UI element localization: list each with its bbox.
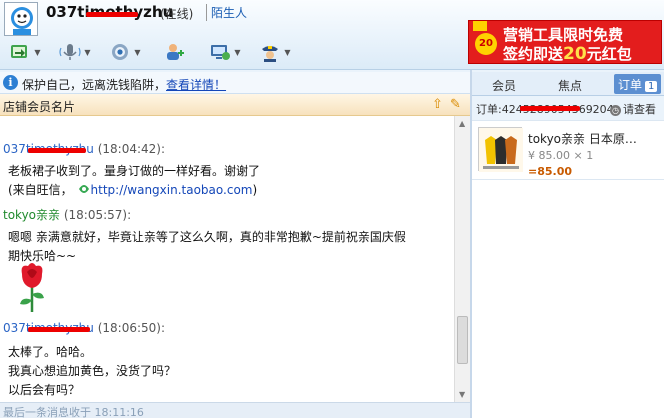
notice-details-link[interactable]: 查看详情！	[166, 78, 226, 92]
voice-call-button[interactable]: ▼	[50, 38, 100, 66]
scroll-down-arrow-icon[interactable]: ▼	[459, 390, 465, 399]
source-suffix: )	[252, 183, 258, 197]
redaction-mark	[520, 106, 580, 111]
source-prefix: (来自旺信，	[8, 183, 73, 197]
chat-status-bar: 最后一条消息收于 18:11:16	[0, 402, 470, 418]
promo-line2-prefix: 签约即送	[503, 45, 564, 63]
redaction-mark	[28, 148, 86, 153]
tab-orders[interactable]: 订单 1	[614, 74, 662, 94]
redaction-mark	[28, 327, 90, 332]
wangxin-link[interactable]: http://wangxin.taobao.com	[91, 183, 253, 197]
stranger-link[interactable]: 陌生人	[206, 4, 247, 21]
message-time: (18:05:57):	[63, 208, 132, 222]
product-thumbnail[interactable]	[478, 127, 523, 172]
promo-line2-suffix: 元红包	[586, 45, 632, 63]
scroll-up-arrow-icon[interactable]: ▲	[459, 119, 465, 128]
message-text: 我真心想追加黄色，没货了吗？	[8, 364, 177, 378]
chevron-down-icon[interactable]: ▼	[134, 48, 140, 57]
chevron-down-icon[interactable]: ▼	[84, 48, 90, 57]
chat-history[interactable]: 037timothyzhu (18:04:42): 老板裙子收到了。量身订做的一…	[0, 116, 454, 402]
promo-line1: 营销工具限时免费	[503, 26, 624, 44]
online-status: (在线)	[160, 7, 194, 21]
scrollbar-thumb[interactable]	[457, 316, 468, 364]
right-panel-tabs: 会员 焦点 订单 1	[472, 72, 664, 96]
order-info-bar: 订单:4245289054369204 ◷请查看	[472, 98, 664, 118]
chevron-down-icon[interactable]: ▼	[234, 48, 240, 57]
chat-toolbar: ▼ ▼ ▼ ▼ ▼	[0, 38, 300, 68]
add-contact-icon	[167, 44, 184, 60]
video-call-icon	[112, 44, 129, 60]
chat-scrollbar[interactable]: ▲ ▼	[454, 116, 470, 402]
tab-orders-label: 订单	[618, 78, 643, 92]
promo-line2: 签约即送20元红包	[503, 43, 632, 64]
voice-call-icon	[59, 44, 82, 60]
member-card-bar[interactable]: 店铺会员名片 ⇧ ✎	[0, 94, 470, 116]
upload-icon[interactable]: ⇧	[432, 97, 443, 112]
wrench-icon[interactable]: ✎	[450, 97, 461, 112]
member-card-title: 店铺会员名片	[3, 100, 76, 114]
message-text: 以后会有吗？	[8, 383, 81, 397]
order-count-badge: 1	[645, 81, 658, 92]
product-price: ¥ 85.00 × 1	[528, 149, 594, 162]
security-officer-icon	[262, 46, 279, 62]
transfer-file-icon	[11, 45, 28, 58]
tab-members[interactable]: 会员	[492, 77, 516, 94]
gift-icon	[473, 21, 487, 31]
last-message-time: 最后一条消息收于 18:11:16	[3, 406, 144, 418]
notice-text: 保护自己，远离洗钱陷阱，查看详情！	[22, 76, 226, 93]
message-text: 太棒了。哈哈。	[8, 345, 93, 359]
order-item[interactable]: tokyo亲亲 日本原… ¥ 85.00 × 1 =85.00	[472, 120, 664, 180]
check-order-link[interactable]: ◷ 请查看	[610, 101, 656, 117]
tab-focus[interactable]: 焦点	[558, 77, 582, 94]
redaction-mark	[86, 12, 138, 17]
transfer-file-button[interactable]: ▼	[0, 38, 50, 66]
message-time: (18:04:42):	[97, 142, 166, 156]
message-sender[interactable]: tokyo亲亲	[3, 208, 60, 222]
avatar[interactable]	[4, 2, 38, 36]
promo-amount: 20	[563, 44, 587, 64]
message-header: tokyo亲亲 (18:05:57):	[3, 206, 131, 223]
order-total: =85.00	[528, 165, 573, 178]
security-notice: i 保护自己，远离洗钱陷阱，查看详情！	[0, 72, 470, 94]
product-title[interactable]: tokyo亲亲 日本原…	[528, 130, 637, 147]
security-officer-button[interactable]: ▼	[250, 38, 300, 66]
notice-message: 保护自己，远离洗钱陷阱，	[22, 78, 167, 92]
rose-emoticon	[20, 263, 44, 312]
add-contact-button[interactable]	[150, 38, 200, 66]
chevron-down-icon[interactable]: ▼	[34, 48, 40, 57]
message-text: 老板裙子收到了。量身订做的一样好看。谢谢了	[8, 164, 261, 178]
remote-assist-button[interactable]: ▼	[200, 38, 250, 66]
clock-icon: ◷	[610, 105, 621, 116]
video-call-button[interactable]: ▼	[100, 38, 150, 66]
wangxin-icon	[78, 185, 89, 193]
promo-banner[interactable]: 20 营销工具限时免费 签约即送20元红包	[468, 20, 662, 64]
remote-assist-icon	[211, 45, 231, 60]
message-time: (18:06:50):	[97, 321, 166, 335]
promo-badge: 20	[475, 33, 497, 55]
chat-window-header: 037timothyzhu (在线) 陌生人 ▼ ▼	[0, 0, 664, 70]
info-icon: i	[3, 75, 18, 90]
message-text: 嗯嗯 亲满意就好，毕竟让亲等了这么久啊，真的非常抱歉~提前祝亲国庆假	[8, 230, 406, 244]
chevron-down-icon[interactable]: ▼	[284, 48, 290, 57]
check-order-label: 请查看	[623, 103, 656, 116]
message-source: (来自旺信， http://wangxin.taobao.com)	[8, 181, 257, 198]
right-panel-body	[472, 180, 664, 418]
